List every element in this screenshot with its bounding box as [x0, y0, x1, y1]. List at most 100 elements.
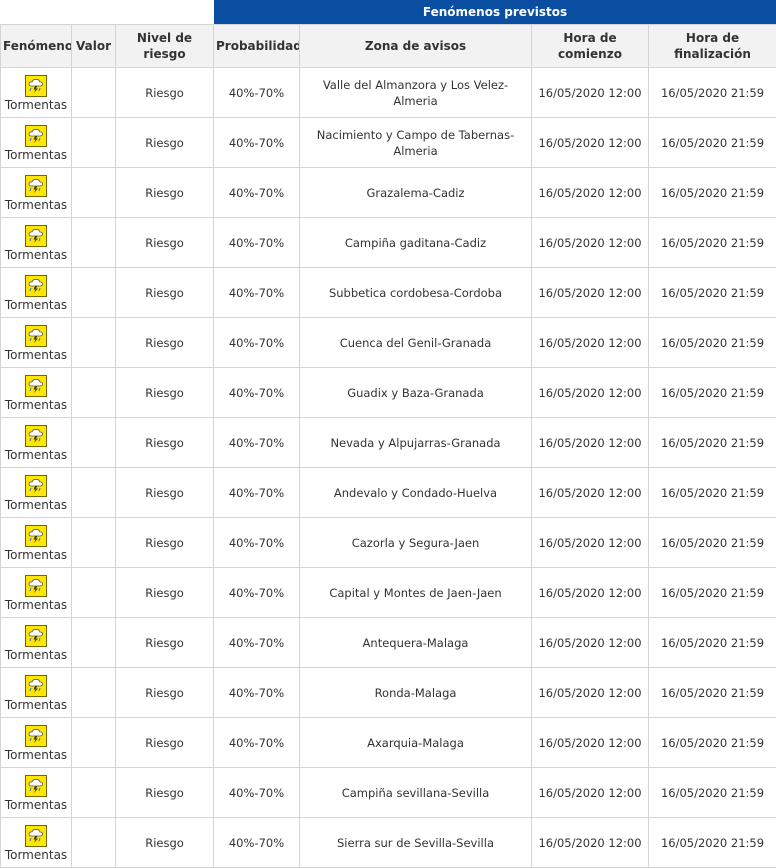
cell-finalizacion: 16/05/2020 21:59: [649, 818, 776, 868]
storm-icon[interactable]: [25, 725, 47, 747]
cell-valor: [72, 268, 116, 318]
banner-row: Fenómenos previstos: [1, 0, 776, 25]
cell-probabilidad: 40%-70%: [214, 468, 300, 518]
cell-zona: Axarquia-Malaga: [300, 718, 532, 768]
cell-fenomeno: Tormentas: [1, 68, 72, 118]
cell-nivel: Riesgo: [116, 768, 214, 818]
phenomenon-label: Tormentas: [5, 598, 67, 613]
header-fenomeno: Fenómeno: [1, 25, 72, 68]
cell-nivel: Riesgo: [116, 618, 214, 668]
storm-icon[interactable]: [25, 225, 47, 247]
cell-fenomeno: Tormentas: [1, 518, 72, 568]
cell-valor: [72, 668, 116, 718]
storm-icon[interactable]: [25, 475, 47, 497]
storm-icon[interactable]: [25, 275, 47, 297]
cell-valor: [72, 518, 116, 568]
cell-nivel: Riesgo: [116, 168, 214, 218]
cell-probabilidad: 40%-70%: [214, 718, 300, 768]
cell-finalizacion: 16/05/2020 21:59: [649, 718, 776, 768]
phenomenon: Tormentas: [3, 523, 69, 563]
phenomenon: Tormentas: [3, 73, 69, 113]
cell-finalizacion: 16/05/2020 21:59: [649, 118, 776, 168]
storm-icon[interactable]: [25, 325, 47, 347]
cell-comienzo: 16/05/2020 12:00: [532, 718, 649, 768]
storm-icon[interactable]: [25, 175, 47, 197]
phenomenon-label: Tormentas: [5, 448, 67, 463]
cell-nivel: Riesgo: [116, 368, 214, 418]
warnings-table: Fenómenos previstos Fenómeno Valor Nivel…: [0, 0, 776, 868]
storm-icon[interactable]: [25, 375, 47, 397]
phenomenon-label: Tormentas: [5, 298, 67, 313]
cell-fenomeno: Tormentas: [1, 218, 72, 268]
cell-valor: [72, 118, 116, 168]
cell-fenomeno: Tormentas: [1, 468, 72, 518]
header-row: Fenómeno Valor Nivel de riesgo Probabili…: [1, 25, 776, 68]
cell-comienzo: 16/05/2020 12:00: [532, 568, 649, 618]
storm-icon[interactable]: [25, 525, 47, 547]
phenomenon: Tormentas: [3, 423, 69, 463]
cell-zona: Guadix y Baza-Granada: [300, 368, 532, 418]
cell-nivel: Riesgo: [116, 668, 214, 718]
cell-fenomeno: Tormentas: [1, 268, 72, 318]
cell-fenomeno: Tormentas: [1, 418, 72, 468]
phenomenon-label: Tormentas: [5, 848, 67, 863]
phenomenon: Tormentas: [3, 323, 69, 363]
table-row: Tormentas Riesgo 40%-70% Axarquia-Malaga…: [1, 718, 776, 768]
cell-fenomeno: Tormentas: [1, 818, 72, 868]
phenomenon-label: Tormentas: [5, 798, 67, 813]
cell-zona: Antequera-Malaga: [300, 618, 532, 668]
cell-valor: [72, 168, 116, 218]
storm-icon[interactable]: [25, 775, 47, 797]
cell-probabilidad: 40%-70%: [214, 318, 300, 368]
cell-finalizacion: 16/05/2020 21:59: [649, 168, 776, 218]
cell-comienzo: 16/05/2020 12:00: [532, 168, 649, 218]
cell-finalizacion: 16/05/2020 21:59: [649, 568, 776, 618]
phenomenon: Tormentas: [3, 673, 69, 713]
cell-valor: [72, 618, 116, 668]
cell-fenomeno: Tormentas: [1, 368, 72, 418]
cell-probabilidad: 40%-70%: [214, 418, 300, 468]
table-row: Tormentas Riesgo 40%-70% Capital y Monte…: [1, 568, 776, 618]
phenomenon-label: Tormentas: [5, 148, 67, 163]
table-row: Tormentas Riesgo 40%-70% Nevada y Alpuja…: [1, 418, 776, 468]
storm-icon[interactable]: [25, 425, 47, 447]
cell-fenomeno: Tormentas: [1, 568, 72, 618]
phenomenon-label: Tormentas: [5, 248, 67, 263]
cell-nivel: Riesgo: [116, 68, 214, 118]
cell-zona: Ronda-Malaga: [300, 668, 532, 718]
cell-valor: [72, 368, 116, 418]
cell-probabilidad: 40%-70%: [214, 518, 300, 568]
phenomenon: Tormentas: [3, 573, 69, 613]
phenomenon-label: Tormentas: [5, 98, 67, 113]
cell-finalizacion: 16/05/2020 21:59: [649, 318, 776, 368]
cell-probabilidad: 40%-70%: [214, 768, 300, 818]
cell-comienzo: 16/05/2020 12:00: [532, 268, 649, 318]
cell-comienzo: 16/05/2020 12:00: [532, 68, 649, 118]
storm-icon[interactable]: [25, 125, 47, 147]
phenomenon-label: Tormentas: [5, 348, 67, 363]
cell-probabilidad: 40%-70%: [214, 668, 300, 718]
table-row: Tormentas Riesgo 40%-70% Guadix y Baza-G…: [1, 368, 776, 418]
phenomenon: Tormentas: [3, 623, 69, 663]
cell-comienzo: 16/05/2020 12:00: [532, 818, 649, 868]
cell-comienzo: 16/05/2020 12:00: [532, 418, 649, 468]
cell-nivel: Riesgo: [116, 518, 214, 568]
cell-finalizacion: 16/05/2020 21:59: [649, 618, 776, 668]
storm-icon[interactable]: [25, 575, 47, 597]
cell-valor: [72, 768, 116, 818]
cell-probabilidad: 40%-70%: [214, 818, 300, 868]
storm-icon[interactable]: [25, 625, 47, 647]
table-row: Tormentas Riesgo 40%-70% Campiña gaditan…: [1, 218, 776, 268]
cell-comienzo: 16/05/2020 12:00: [532, 768, 649, 818]
cell-finalizacion: 16/05/2020 21:59: [649, 218, 776, 268]
storm-icon[interactable]: [25, 675, 47, 697]
storm-icon[interactable]: [25, 75, 47, 97]
cell-valor: [72, 468, 116, 518]
cell-zona: Andevalo y Condado-Huelva: [300, 468, 532, 518]
cell-probabilidad: 40%-70%: [214, 118, 300, 168]
cell-finalizacion: 16/05/2020 21:59: [649, 668, 776, 718]
storm-icon[interactable]: [25, 825, 47, 847]
cell-zona: Cazorla y Segura-Jaen: [300, 518, 532, 568]
cell-valor: [72, 318, 116, 368]
cell-comienzo: 16/05/2020 12:00: [532, 318, 649, 368]
